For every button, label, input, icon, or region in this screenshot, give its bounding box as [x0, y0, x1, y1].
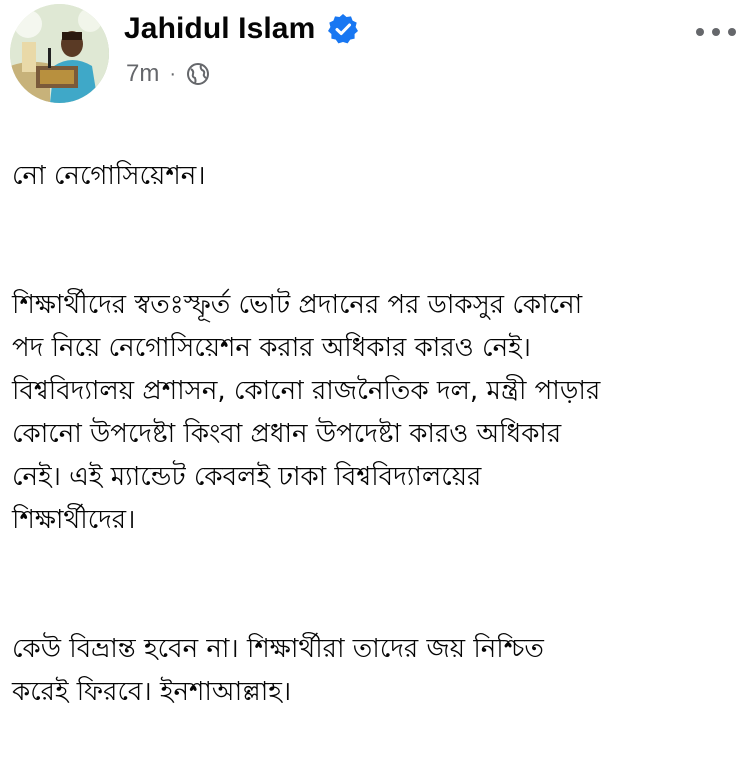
avatar[interactable]: [10, 4, 109, 103]
author-name[interactable]: Jahidul Islam: [124, 12, 315, 46]
globe-icon[interactable]: [186, 62, 210, 86]
post-meta: 7m ·: [126, 60, 210, 88]
meta-separator: ·: [169, 62, 177, 85]
post-header: Jahidul Islam 7m ·: [10, 4, 742, 103]
more-horizontal-icon: [696, 28, 704, 36]
post-paragraph: কেউ বিভ্রান্ত হবেন না। শিক্ষার্থীরা তাদে…: [12, 634, 544, 707]
author-row: Jahidul Islam: [124, 12, 359, 46]
more-options-button[interactable]: [696, 20, 736, 44]
post-paragraph: নো নেগোসিয়েশন।: [12, 161, 206, 191]
more-horizontal-icon: [712, 28, 720, 36]
verified-badge-icon: [327, 13, 359, 45]
post-time[interactable]: 7m: [126, 60, 159, 88]
avatar-photo: [10, 4, 109, 103]
post-body: নো নেগোসিয়েশন। শিক্ষার্থীদের স্বতঃস্ফূর…: [12, 112, 744, 757]
post-paragraph: শিক্ষার্থীদের স্বতঃস্ফূর্ত ভোট প্রদানের …: [12, 290, 601, 535]
more-horizontal-icon: [728, 28, 736, 36]
